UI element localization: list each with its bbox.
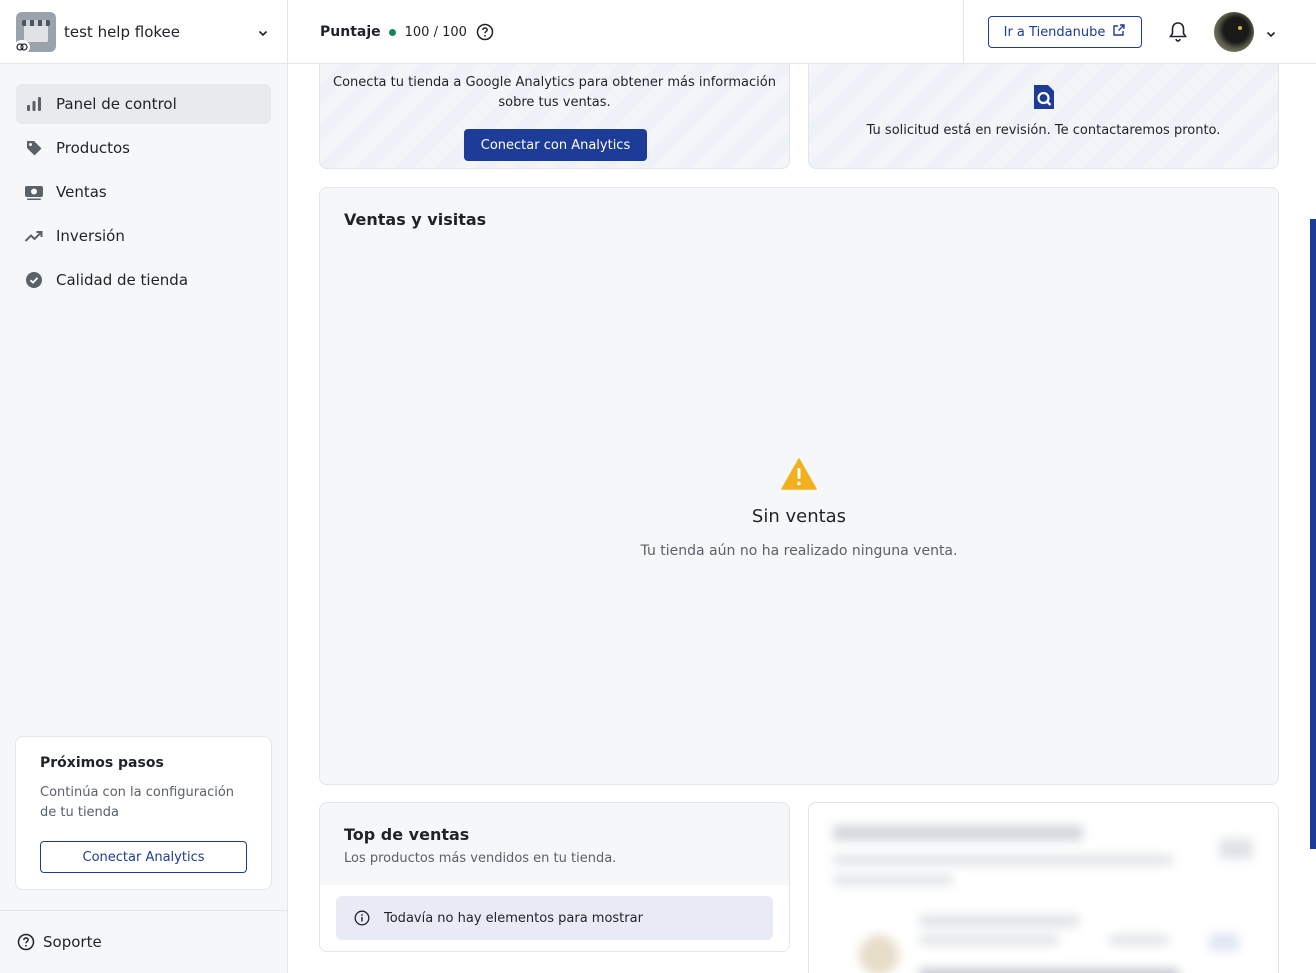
next-steps-text: Continúa con la configuración de tu tien… [40, 785, 235, 820]
divider [963, 0, 964, 64]
top-bar: Puntaje 100 / 100 Ir a Tiendanube [288, 0, 1316, 64]
external-link-icon [1112, 23, 1126, 41]
score-status-dot [388, 28, 396, 36]
sidebar-item-label: Ventas [56, 183, 107, 201]
analytics-card: Conecta tu tienda a Google Analytics par… [319, 64, 790, 169]
analytics-text: Conecta tu tienda a Google Analytics par… [333, 75, 776, 110]
store-selector[interactable]: test help flokee [0, 0, 287, 64]
main-content: Conecta tu tienda a Google Analytics par… [288, 64, 1316, 973]
next-steps-title: Próximos pasos [40, 755, 164, 771]
sidebar-nav: Panel de control Productos Ventas Invers… [16, 84, 271, 304]
top-sales-card: Top de ventas Los productos más vendidos… [319, 802, 790, 952]
sidebar-item-panel-de-control[interactable]: Panel de control [16, 84, 271, 124]
sidebar-item-label: Productos [56, 139, 130, 157]
warning-icon [781, 458, 817, 494]
info-alert: Todavía no hay elementos para mostrar [336, 896, 773, 940]
info-icon [354, 910, 370, 926]
empty-state: Sin ventas Tu tienda aún no ha realizado… [320, 458, 1278, 559]
score-indicator: Puntaje 100 / 100 [320, 0, 494, 64]
sidebar-item-productos[interactable]: Productos [16, 128, 271, 168]
top-sales-title: Top de ventas [344, 825, 470, 844]
scrollbar[interactable] [1310, 219, 1316, 849]
empty-text: Tu tienda aún no ha realizado ninguna ve… [640, 543, 958, 559]
go-to-store-label: Ir a Tiendanube [1003, 24, 1106, 40]
next-steps-card: Próximos pasos Continúa con la configura… [15, 736, 272, 890]
support-label: Soporte [43, 933, 102, 951]
review-card: Tu solicitud está en revisión. Te contac… [808, 64, 1279, 169]
bell-icon[interactable] [1168, 21, 1188, 47]
sidebar-item-label: Panel de control [56, 95, 177, 113]
go-to-store-button[interactable]: Ir a Tiendanube [988, 16, 1142, 48]
connect-with-analytics-button[interactable]: Conectar con Analytics [464, 129, 647, 161]
sidebar-item-label: Inversión [56, 227, 125, 245]
avatar[interactable] [1214, 12, 1254, 52]
sidebar: test help flokee Panel de control Produc… [0, 0, 288, 973]
trend-up-icon [24, 226, 44, 246]
support-link[interactable]: Soporte [0, 910, 287, 973]
connect-analytics-button[interactable]: Conectar Analytics [40, 841, 247, 873]
store-logo [16, 11, 56, 52]
sidebar-item-calidad-de-tienda[interactable]: Calidad de tienda [16, 260, 271, 300]
help-circle-icon [17, 933, 35, 951]
bar-chart-icon [24, 94, 44, 114]
info-text: Todavía no hay elementos para mostrar [384, 910, 643, 926]
sales-visits-card: Ventas y visitas Sin ventas Tu tienda aú… [319, 187, 1279, 785]
money-icon [24, 182, 44, 202]
score-label: Puntaje [320, 24, 381, 40]
sidebar-item-label: Calidad de tienda [56, 271, 189, 289]
check-badge-icon [24, 270, 44, 290]
sidebar-item-ventas[interactable]: Ventas [16, 172, 271, 212]
store-name: test help flokee [64, 22, 181, 41]
sales-visits-title: Ventas y visitas [344, 210, 487, 229]
tag-icon [24, 138, 44, 158]
blurred-card [808, 802, 1279, 973]
empty-title: Sin ventas [751, 506, 847, 527]
score-value: 100 / 100 [404, 24, 467, 40]
help-circle-icon[interactable] [476, 23, 494, 41]
chevron-down-icon [257, 24, 269, 43]
sync-icon [16, 39, 30, 52]
document-search-icon [1032, 83, 1056, 115]
top-sales-subtitle: Los productos más vendidos en tu tienda. [344, 851, 617, 866]
chevron-down-icon[interactable] [1265, 25, 1277, 44]
review-text: Tu solicitud está en revisión. Te contac… [866, 123, 1221, 138]
sidebar-item-inversion[interactable]: Inversión [16, 216, 271, 256]
